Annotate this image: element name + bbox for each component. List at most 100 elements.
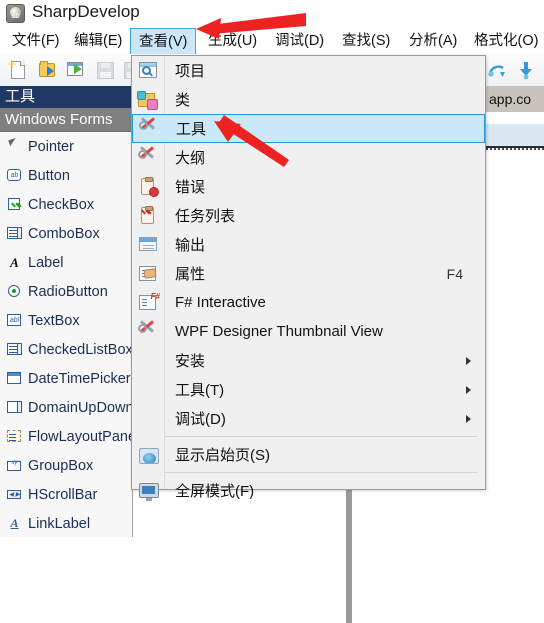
submenu-arrow-icon — [466, 385, 471, 394]
menu-item-install[interactable]: 安装 — [132, 346, 485, 375]
menu-item-label: 大纲 — [175, 150, 206, 167]
menu-item-fullscreen[interactable]: 全屏模式(F) — [132, 476, 485, 505]
menubar-item-view[interactable]: 查看(V) — [130, 28, 197, 55]
toolbox-item-label: TextBox — [28, 312, 80, 329]
menu-item-tools[interactable]: 工具 — [132, 114, 485, 143]
open-file-icon[interactable] — [38, 60, 58, 80]
toolbox-item-label: Label — [28, 254, 64, 271]
pointer-icon — [6, 137, 23, 155]
menu-item-label: F# Interactive — [175, 294, 266, 311]
toolbox-item-button[interactable]: ab Button — [0, 161, 132, 190]
view-dropdown-menu: 项目 类 工具 大纲 错误 任务列表 输出 属性 F4 F# F# Intera… — [131, 55, 486, 501]
menu-item-tasklist[interactable]: 任务列表 — [132, 201, 485, 230]
menu-item-label: 输出 — [175, 237, 206, 254]
toolbox-item-linklabel[interactable]: A LinkLabel — [0, 509, 132, 537]
toolbox-item-label: Button — [28, 167, 70, 184]
new-file-icon[interactable] — [8, 60, 28, 80]
datetimepicker-icon — [6, 370, 23, 387]
toolbox-item-radiobutton[interactable]: RadioButton — [0, 277, 132, 306]
redo-icon[interactable] — [487, 60, 507, 80]
toolbox-item-label: GroupBox — [28, 457, 94, 474]
toolbox-panel: 工具 Windows Forms Pointer ab Button Check… — [0, 86, 133, 537]
empty-icon-slot — [137, 409, 159, 429]
checkbox-icon — [6, 196, 23, 213]
sharpdevelop-logo-icon: SD — [6, 4, 25, 23]
menu-item-label: 项目 — [175, 63, 206, 80]
properties-icon — [137, 264, 159, 284]
toolbox-item-groupbox[interactable]: xy GroupBox — [0, 451, 132, 480]
menu-item-label: 工具(T) — [175, 382, 225, 399]
menu-item-label: 全屏模式(F) — [175, 483, 255, 500]
save-icon — [95, 60, 115, 80]
errors-icon — [137, 176, 159, 197]
groupbox-icon: xy — [6, 457, 23, 474]
toolbox-item-hscrollbar[interactable]: ◀ ▶ HScrollBar — [0, 480, 132, 509]
download-icon[interactable] — [516, 60, 536, 80]
toolbox-item-label: HScrollBar — [28, 486, 98, 503]
menu-item-class[interactable]: 类 — [132, 85, 485, 114]
outline-icon — [137, 145, 159, 168]
menubar-item-format[interactable]: 格式化(O) — [466, 28, 544, 54]
linklabel-icon: A — [10, 516, 19, 530]
class-icon — [137, 90, 159, 110]
save-as-icon[interactable] — [66, 60, 86, 80]
menu-item-label: WPF Designer Thumbnail View — [175, 323, 383, 340]
toolbox-item-checkedlistbox[interactable]: CheckedListBox — [0, 335, 132, 364]
menu-item-output[interactable]: 输出 — [132, 230, 485, 259]
toolbox-item-label: DateTimePicker — [28, 370, 131, 387]
menu-item-outline[interactable]: 大纲 — [132, 143, 485, 172]
toolbox-item-label: RadioButton — [28, 283, 108, 300]
menu-item-errors[interactable]: 错误 — [132, 172, 485, 201]
menu-separator — [165, 472, 477, 473]
toolbox-item-combobox[interactable]: ComboBox — [0, 219, 132, 248]
menu-item-project[interactable]: 项目 — [132, 56, 485, 85]
checkedlistbox-icon — [6, 341, 23, 358]
menu-item-debug-submenu[interactable]: 调试(D) — [132, 404, 485, 433]
project-icon — [137, 61, 159, 81]
combobox-icon — [6, 225, 23, 242]
empty-icon-slot — [137, 380, 159, 400]
menubar-item-file[interactable]: 文件(F) — [4, 28, 68, 54]
menu-item-label: 类 — [175, 92, 191, 109]
menu-item-tools-submenu[interactable]: 工具(T) — [132, 375, 485, 404]
fsharp-interactive-icon: F# — [137, 292, 160, 313]
toolbox-item-checkbox[interactable]: CheckBox — [0, 190, 132, 219]
menubar-item-search[interactable]: 查找(S) — [334, 28, 398, 54]
window-title: SharpDevelop — [32, 2, 140, 21]
radiobutton-icon — [6, 283, 23, 300]
title-bar: SD SharpDevelop — [0, 0, 544, 28]
toolbox-item-label[interactable]: A Label — [0, 248, 132, 277]
toolbox-item-domainupdown[interactable]: DomainUpDown — [0, 393, 132, 422]
toolbox-item-flowlayoutpanel[interactable]: FlowLayoutPanel — [0, 422, 132, 451]
fullscreen-icon — [137, 481, 159, 501]
toolbox-item-label: ComboBox — [28, 225, 100, 242]
menu-separator — [165, 436, 477, 437]
menubar-item-edit[interactable]: 编辑(E) — [66, 28, 130, 54]
menubar-item-build[interactable]: 生成(U) — [200, 28, 265, 54]
output-icon — [137, 235, 159, 255]
startpage-icon — [137, 445, 159, 465]
hscrollbar-icon: ◀ ▶ — [6, 486, 23, 503]
domainupdown-icon — [6, 399, 23, 416]
menu-item-shortcut: F4 — [446, 265, 463, 282]
menubar-item-analyze[interactable]: 分析(A) — [401, 28, 465, 54]
menubar-item-debug[interactable]: 调试(D) — [267, 28, 332, 54]
menu-item-wpf-thumbnail[interactable]: WPF Designer Thumbnail View — [132, 317, 485, 346]
menu-item-show-start-page[interactable]: 显示启始页(S) — [132, 440, 485, 469]
toolbox-item-textbox[interactable]: abl TextBox — [0, 306, 132, 335]
toolbox-item-label: DomainUpDown — [28, 399, 133, 416]
menu-item-label: 任务列表 — [175, 208, 236, 225]
toolbox-item-pointer[interactable]: Pointer — [0, 132, 132, 161]
menu-bar: 文件(F) 编辑(E) 查看(V) 生成(U) 调试(D) 查找(S) 分析(A… — [0, 28, 544, 55]
tab-app-config[interactable]: app.co — [481, 88, 540, 112]
sharpdevelop-window: SD SharpDevelop 文件(F) 编辑(E) 查看(V) 生成(U) … — [0, 0, 544, 623]
toolbox-group-windows-forms[interactable]: Windows Forms — [0, 108, 132, 132]
menu-item-label: 属性 — [175, 266, 206, 283]
button-icon: ab — [6, 167, 23, 184]
submenu-arrow-icon — [466, 356, 471, 365]
menu-item-fsharp-interactive[interactable]: F# F# Interactive — [132, 288, 485, 317]
toolbox-item-datetimepicker[interactable]: DateTimePicker — [0, 364, 132, 393]
menu-item-properties[interactable]: 属性 F4 — [132, 259, 485, 288]
wpf-thumbnail-icon — [137, 319, 159, 342]
toolbox-item-label: CheckedListBox — [28, 341, 133, 358]
